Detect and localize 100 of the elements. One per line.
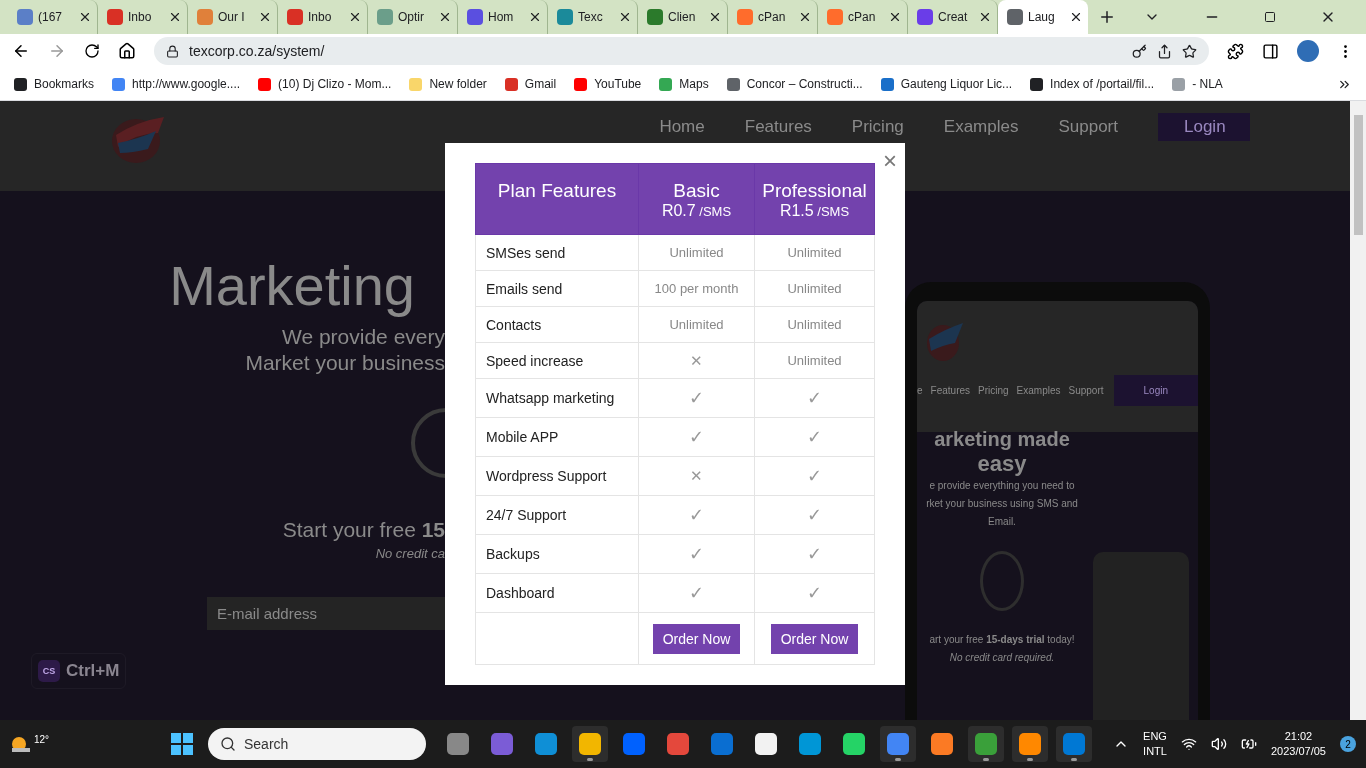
check-icon: ✓ [807,544,822,564]
bookmark-item[interactable]: Gauteng Liquor Lic... [880,77,1013,91]
battery-icon[interactable] [1240,736,1257,752]
check-icon: ✓ [689,388,704,408]
notification-badge[interactable]: 2 [1340,736,1356,752]
scrollbar[interactable] [1350,101,1366,720]
bookmark-item[interactable]: Maps [659,77,709,91]
language-indicator[interactable]: ENG INTL [1143,729,1167,759]
hero-title: Marketing [169,253,415,318]
nav-link[interactable]: Features [744,117,812,137]
home-icon[interactable] [118,42,136,60]
close-icon[interactable] [888,10,902,24]
close-icon[interactable] [528,10,542,24]
table-cell: Unlimited [754,306,875,343]
bookmark-item[interactable]: Index of /portail/fil... [1030,77,1155,91]
reload-icon[interactable] [84,43,100,59]
nav-link[interactable]: Pricing [851,117,904,137]
share-icon[interactable] [1157,43,1172,59]
note-text: No credit ca [375,546,445,561]
bookmark-item[interactable]: Bookmarks [14,77,95,91]
table-cell: Whatsapp marketing [475,378,639,418]
extensions-icon[interactable] [1227,42,1244,60]
extension-button[interactable]: CS Ctrl+M [31,653,127,689]
new-tab-icon[interactable] [1098,8,1116,26]
table-cell: 100 per month [638,270,755,307]
order-button[interactable]: Order Now [652,623,741,654]
mockup-text: e provide everything you need to [929,479,1075,493]
check-icon: ✓ [807,583,822,603]
browser-tab[interactable]: Laug [998,0,1088,34]
bookmark-item[interactable]: http://www.google.... [112,77,241,91]
table-cell: Mobile APP [475,417,639,457]
check-icon: ✓ [807,505,822,525]
nav-link[interactable]: Home [659,117,705,137]
nav-link[interactable]: Examples [943,117,1019,137]
close-icon[interactable] [1069,10,1083,24]
close-icon[interactable] [168,10,182,24]
close-icon[interactable] [348,10,362,24]
mockup-text: art your free 15-days trial today! [929,633,1075,647]
check-icon: ✓ [689,583,704,603]
nav-link[interactable]: Support [1058,117,1118,137]
back-icon[interactable] [12,42,30,60]
table-cell: Contacts [475,306,639,343]
close-icon[interactable] [618,10,632,24]
check-icon: ✓ [807,388,822,408]
start-icon[interactable] [170,732,194,756]
bookmark-item[interactable]: - NLA [1172,77,1223,91]
mockup-title: arketing made [934,428,1070,451]
plan-header: Professional R1.5 /SMS [754,163,875,235]
close-button[interactable]: × [883,149,897,173]
avatar-icon[interactable] [1297,40,1319,62]
clock[interactable]: 21:02 2023/07/05 [1270,729,1326,759]
close-icon[interactable] [78,10,92,24]
check-icon: ✓ [689,505,704,525]
mockup-text: No credit card required. [949,651,1055,665]
close-icon[interactable] [438,10,452,24]
table-header: Plan Features [475,163,639,235]
table-cell: Emails send [475,270,639,307]
wifi-icon[interactable] [1180,736,1197,752]
bookmark-item[interactable]: Concor – Constructi... [726,77,863,91]
bookmark-item[interactable]: YouTube [574,77,642,91]
bookmark-item[interactable]: New folder [409,77,487,91]
table-cell: Unlimited [754,234,875,271]
temperature-text: 12° [34,734,50,745]
bookmark-item[interactable]: Gmail [504,77,557,91]
table-cell: Unlimited [638,306,755,343]
hero-text: We provide every [281,324,445,350]
bookmark-star-icon[interactable] [1182,43,1197,59]
hero-text: Market your business [245,350,445,376]
table-cell: SMSes send [475,234,639,271]
mockup-text: rket your business using SMS and [926,497,1078,511]
close-icon[interactable] [708,10,722,24]
table-cell: Unlimited [754,342,875,379]
bookmark-item[interactable]: (10) Dj Clizo - Mom... [258,77,392,91]
table-cell: Speed increase [475,342,639,379]
order-button[interactable]: Order Now [770,623,859,654]
taskbar-search[interactable]: Search [208,728,426,760]
lock-icon [166,44,179,58]
taskbar-app-icon[interactable] [572,726,608,762]
forward-icon[interactable] [48,42,66,60]
trial-text: Start your free 15 [282,518,445,542]
email-field[interactable]: E-mail address [207,597,445,630]
side-panel-icon[interactable] [1262,42,1279,60]
close-icon[interactable] [258,10,272,24]
key-icon[interactable] [1132,43,1147,59]
cross-icon: ✕ [690,467,703,484]
login-button[interactable]: Login [1158,113,1250,141]
table-cell: Unlimited [754,270,875,307]
check-icon: ✓ [807,427,822,447]
mockup-play-icon [980,551,1024,611]
taskbar-app-icon[interactable] [1012,726,1048,762]
volume-icon[interactable] [1210,736,1227,752]
check-icon: ✓ [807,466,822,486]
check-icon: ✓ [689,427,704,447]
close-icon[interactable] [798,10,812,24]
weather-icon[interactable] [10,734,32,754]
close-icon[interactable] [978,10,992,24]
table-cell: Backups [475,534,639,574]
address-bar[interactable]: texcorp.co.za/system/ [154,37,1209,65]
restore-icon[interactable] [1264,11,1276,23]
table-cell: Dashboard [475,573,639,613]
